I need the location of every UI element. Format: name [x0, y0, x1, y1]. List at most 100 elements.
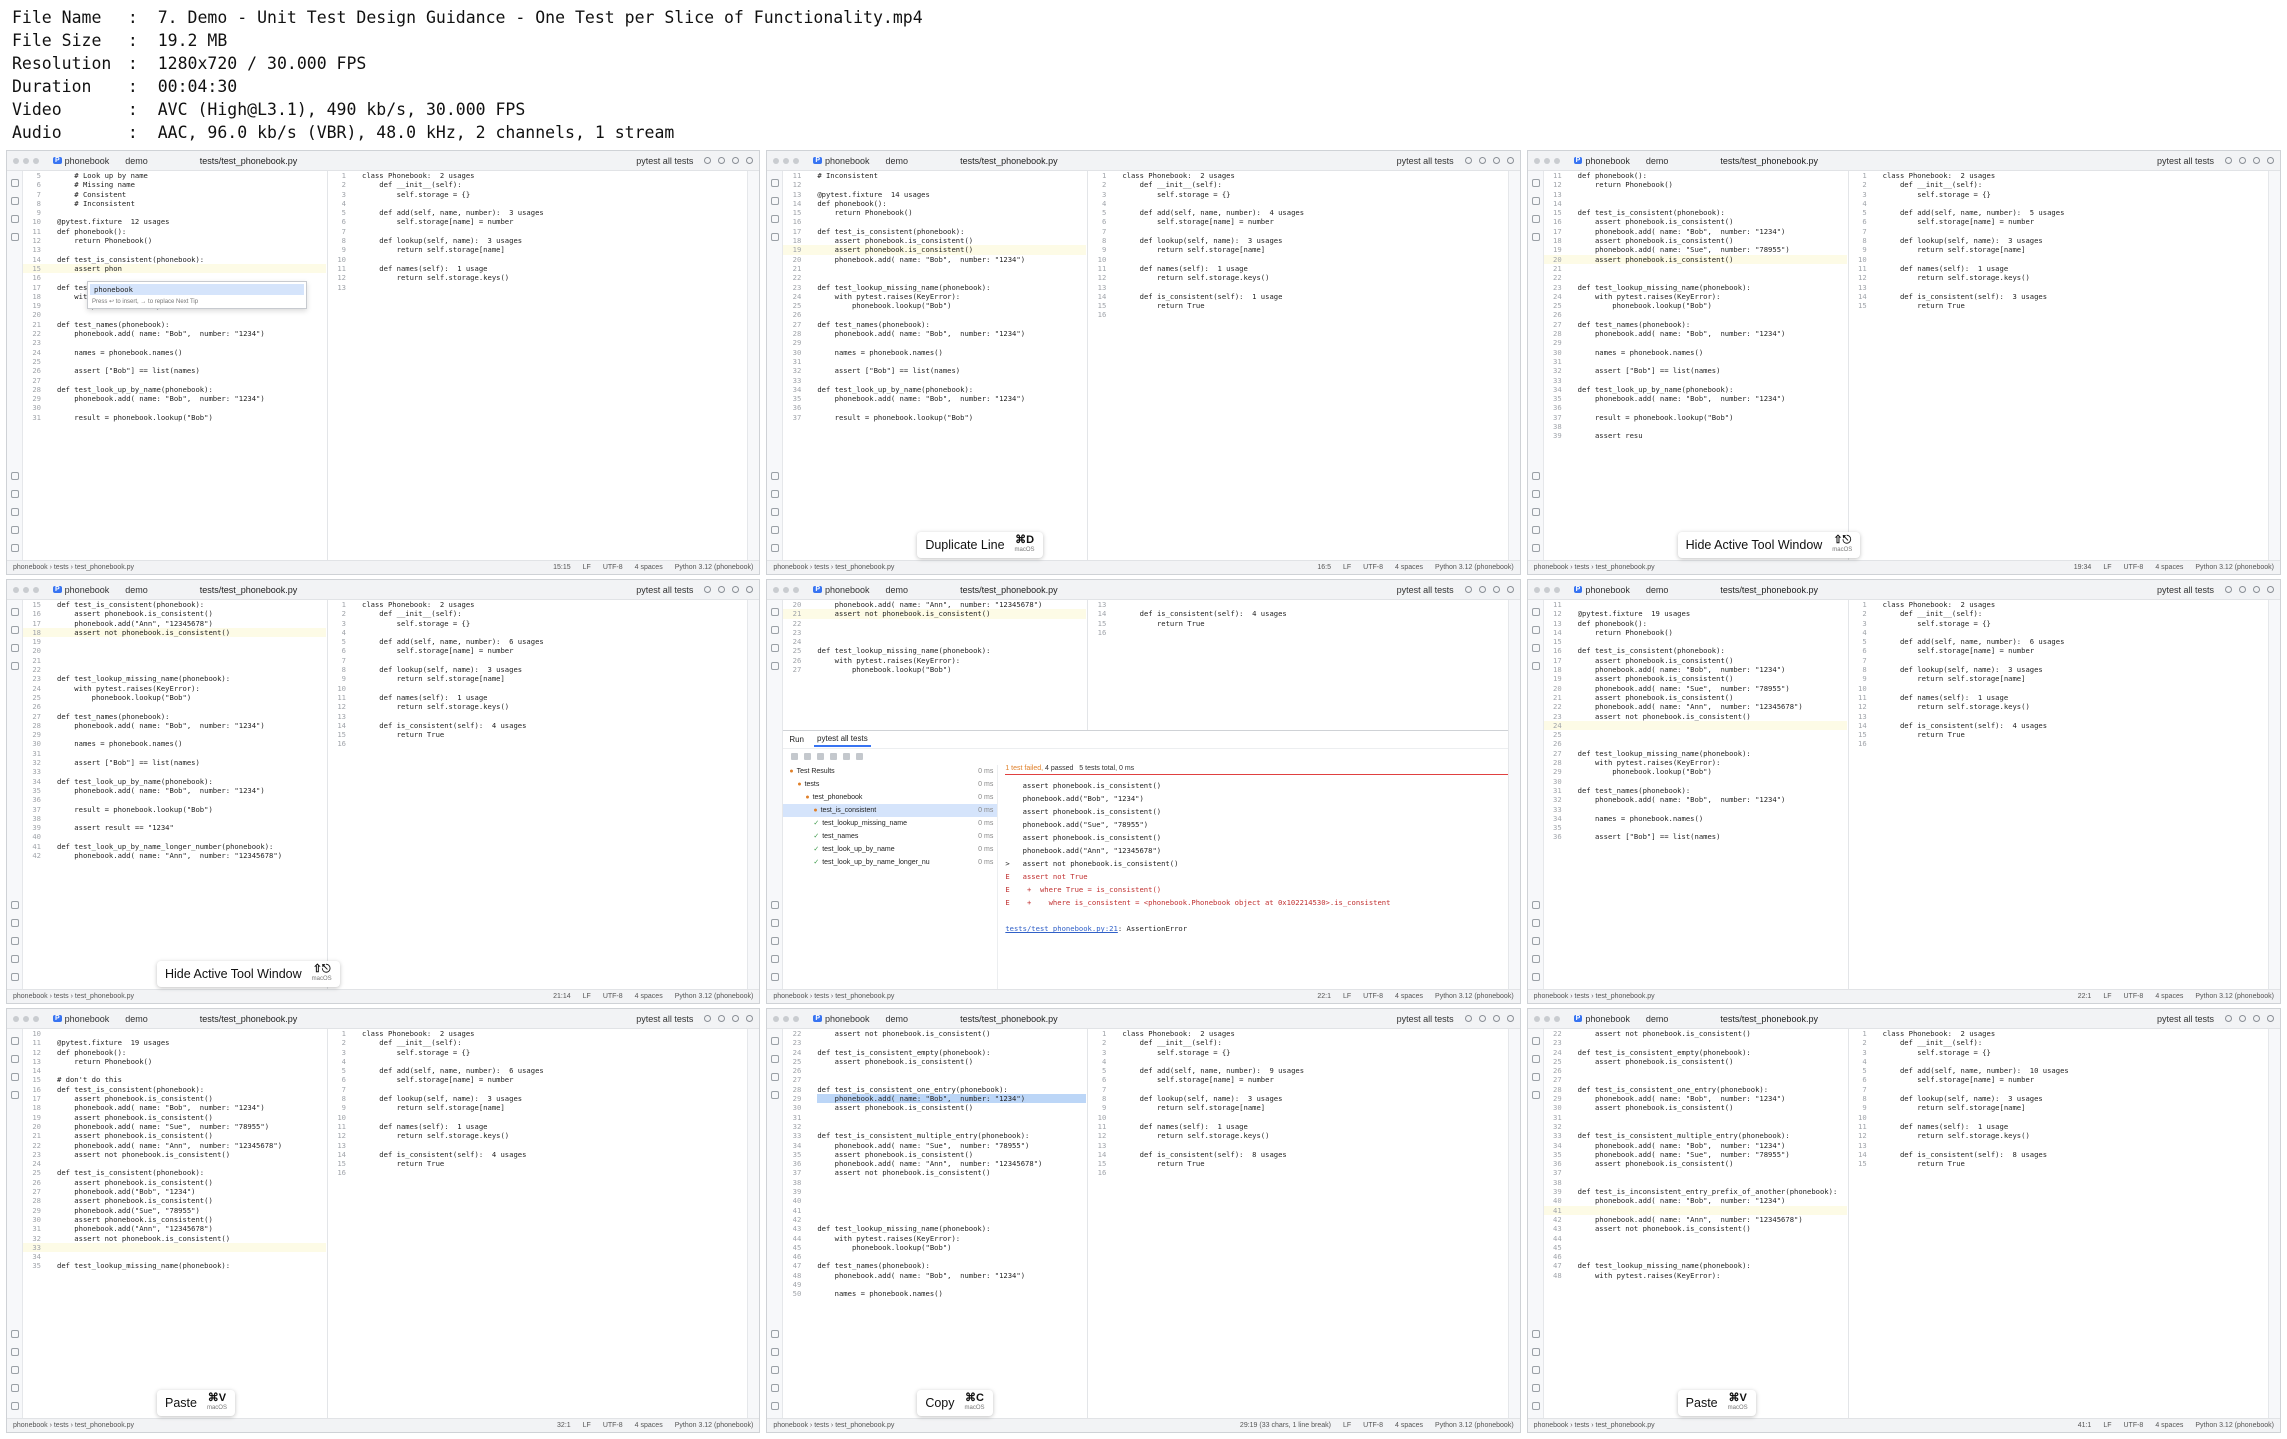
line-number[interactable]: 4 [328, 199, 350, 208]
code-line[interactable]: 30 names = phonebook.names() [23, 739, 326, 748]
code-text[interactable]: phonebook.add("Ann", "12345678") [57, 1224, 326, 1233]
code-line[interactable]: 46 [1544, 1252, 1847, 1261]
line-number[interactable]: 22 [23, 1141, 45, 1150]
code-text[interactable]: phonebook.add( name: "Bob", number: "123… [57, 786, 326, 795]
more-icon[interactable] [771, 1091, 780, 1099]
code-text[interactable] [362, 1085, 747, 1094]
code-line[interactable]: 33 [1544, 805, 1847, 814]
line-number[interactable]: 26 [1544, 739, 1566, 748]
folder-icon[interactable] [771, 1037, 780, 1045]
line-number[interactable]: 12 [23, 1048, 45, 1057]
code-text[interactable] [817, 1066, 1086, 1075]
code-text[interactable]: def test_lookup_missing_name(phonebook): [57, 1261, 326, 1270]
code-line[interactable]: 24 [23, 1159, 326, 1168]
code-text[interactable] [1122, 310, 1507, 319]
problems-icon[interactable] [771, 1384, 780, 1392]
code-line[interactable]: 34 def test_look_up_by_name(phonebook): [23, 777, 326, 786]
line-number[interactable]: 29 [1544, 338, 1566, 347]
code-line[interactable]: 21 assert phonebook.is_consistent() [1544, 693, 1847, 702]
code-text[interactable]: def __init__(self): [1883, 609, 2268, 618]
code-text[interactable] [57, 357, 326, 366]
line-number[interactable]: 26 [783, 1066, 805, 1075]
code-line[interactable]: 35 phonebook.add( name: "Bob", number: "… [1544, 394, 1847, 403]
code-text[interactable]: class Phonebook: 2 usages [1883, 600, 2268, 609]
line-number[interactable]: 15 [1544, 637, 1566, 646]
code-line[interactable]: 8 # Inconsistent [23, 199, 326, 208]
line-number[interactable]: 7 [328, 656, 350, 665]
code-line[interactable]: 1 class Phonebook: 2 usages [328, 1029, 747, 1038]
code-line[interactable]: 10 @pytest.fixture 12 usages [23, 217, 326, 226]
code-line[interactable]: 42 phonebook.add( name: "Ann", number: "… [23, 851, 326, 860]
code-text[interactable]: def __init__(self): [1883, 1038, 2268, 1047]
plugins-icon[interactable] [1531, 644, 1540, 652]
code-text[interactable]: def names(self): 1 usage [1122, 264, 1507, 273]
line-number[interactable]: 47 [1544, 1261, 1566, 1270]
code-line[interactable]: 46 [783, 1252, 1086, 1261]
code-text[interactable]: phonebook.lookup("Bob") [817, 1243, 1086, 1252]
code-text[interactable] [817, 1122, 1086, 1131]
line-number[interactable]: 43 [783, 1224, 805, 1233]
code-text[interactable] [57, 749, 326, 758]
code-line[interactable]: 6 self.storage[name] = number [1849, 646, 2268, 655]
code-text[interactable] [1578, 721, 1847, 730]
git-icon[interactable] [1531, 973, 1540, 981]
line-number[interactable]: 35 [23, 786, 45, 795]
run-tool-icon[interactable] [1531, 919, 1540, 927]
line-number[interactable]: 10 [23, 1029, 45, 1038]
line-number[interactable]: 46 [1544, 1252, 1566, 1261]
code-text[interactable] [1578, 264, 1847, 273]
code-line[interactable]: 40 phonebook.add( name: "Bob", number: "… [1544, 1196, 1847, 1205]
code-text[interactable]: phonebook.add( name: "Bob", number: "123… [1578, 394, 1847, 403]
code-text[interactable] [1578, 1038, 1847, 1047]
code-text[interactable]: assert phonebook.is_consistent() [1578, 255, 1847, 264]
code-text[interactable] [57, 403, 326, 412]
line-number[interactable]: 18 [23, 292, 45, 301]
line-number[interactable]: 13 [23, 1057, 45, 1066]
code-line[interactable]: 18 assert phonebook.is_consistent() [1544, 236, 1847, 245]
code-text[interactable] [1578, 403, 1847, 412]
code-text[interactable]: def test_look_up_by_name_longer_number(p… [57, 842, 326, 851]
branch-selector[interactable]: demo [886, 156, 909, 166]
code-line[interactable]: 47 def test_lookup_missing_name(phonebook… [1544, 1261, 1847, 1270]
code-line[interactable]: 42 [783, 1215, 1086, 1224]
line-number[interactable]: 12 [1088, 1131, 1110, 1140]
code-line[interactable]: 27 def test_names(phonebook): [1544, 320, 1847, 329]
code-line[interactable]: 27 def test_lookup_missing_name(phonebook… [1544, 749, 1847, 758]
code-text[interactable]: return True [1122, 1159, 1507, 1168]
code-text[interactable] [817, 1038, 1086, 1047]
code-line[interactable]: 11 def names(self): 1 usage [328, 693, 747, 702]
code-text[interactable]: def names(self): 1 usage [362, 1122, 747, 1131]
debug-icon[interactable] [1478, 586, 1486, 593]
line-number[interactable]: 15 [1849, 301, 1871, 310]
code-text[interactable] [1578, 1122, 1847, 1131]
code-text[interactable] [1122, 1057, 1507, 1066]
search-icon[interactable] [1492, 1015, 1500, 1022]
line-number[interactable]: 24 [1544, 721, 1566, 730]
code-text[interactable]: return self.storage.keys() [1122, 273, 1507, 282]
code-text[interactable]: result = phonebook.lookup("Bob") [57, 413, 326, 422]
code-line[interactable]: 39 assert resu [1544, 431, 1847, 440]
line-number[interactable]: 3 [1088, 1048, 1110, 1057]
line-number[interactable]: 14 [1088, 609, 1110, 618]
code-line[interactable]: 7 [1849, 1085, 2268, 1094]
code-line[interactable]: 28 def test_is_consistent_one_entry(phone… [783, 1085, 1086, 1094]
line-number[interactable]: 3 [1849, 190, 1871, 199]
code-text[interactable]: def test_is_consistent_empty(phonebook): [817, 1048, 1086, 1057]
terminal-icon[interactable] [11, 1366, 19, 1374]
code-text[interactable] [1883, 227, 2268, 236]
code-line[interactable]: 6 self.storage[name] = number [328, 1075, 747, 1084]
code-line[interactable]: 11 def names(self): 1 usage [328, 264, 747, 273]
code-line[interactable]: 48 phonebook.add( name: "Bob", number: "… [783, 1271, 1086, 1280]
code-text[interactable] [1578, 190, 1847, 199]
code-text[interactable] [1122, 1113, 1507, 1122]
code-line[interactable]: 22 phonebook.add( name: "Ann", number: "… [23, 1141, 326, 1150]
code-text[interactable] [57, 310, 326, 319]
filter-icon[interactable] [830, 752, 838, 760]
code-line[interactable]: 33 def test_is_consistent_multiple_entry(… [1544, 1131, 1847, 1140]
git-icon[interactable] [771, 544, 780, 552]
code-text[interactable] [1122, 255, 1507, 264]
code-line[interactable]: 16 [328, 739, 747, 748]
indent-setting[interactable]: 4 spaces [1395, 1422, 1423, 1429]
code-text[interactable]: self.storage[name] = number [1122, 1075, 1507, 1084]
line-ending[interactable]: LF [583, 1422, 591, 1429]
